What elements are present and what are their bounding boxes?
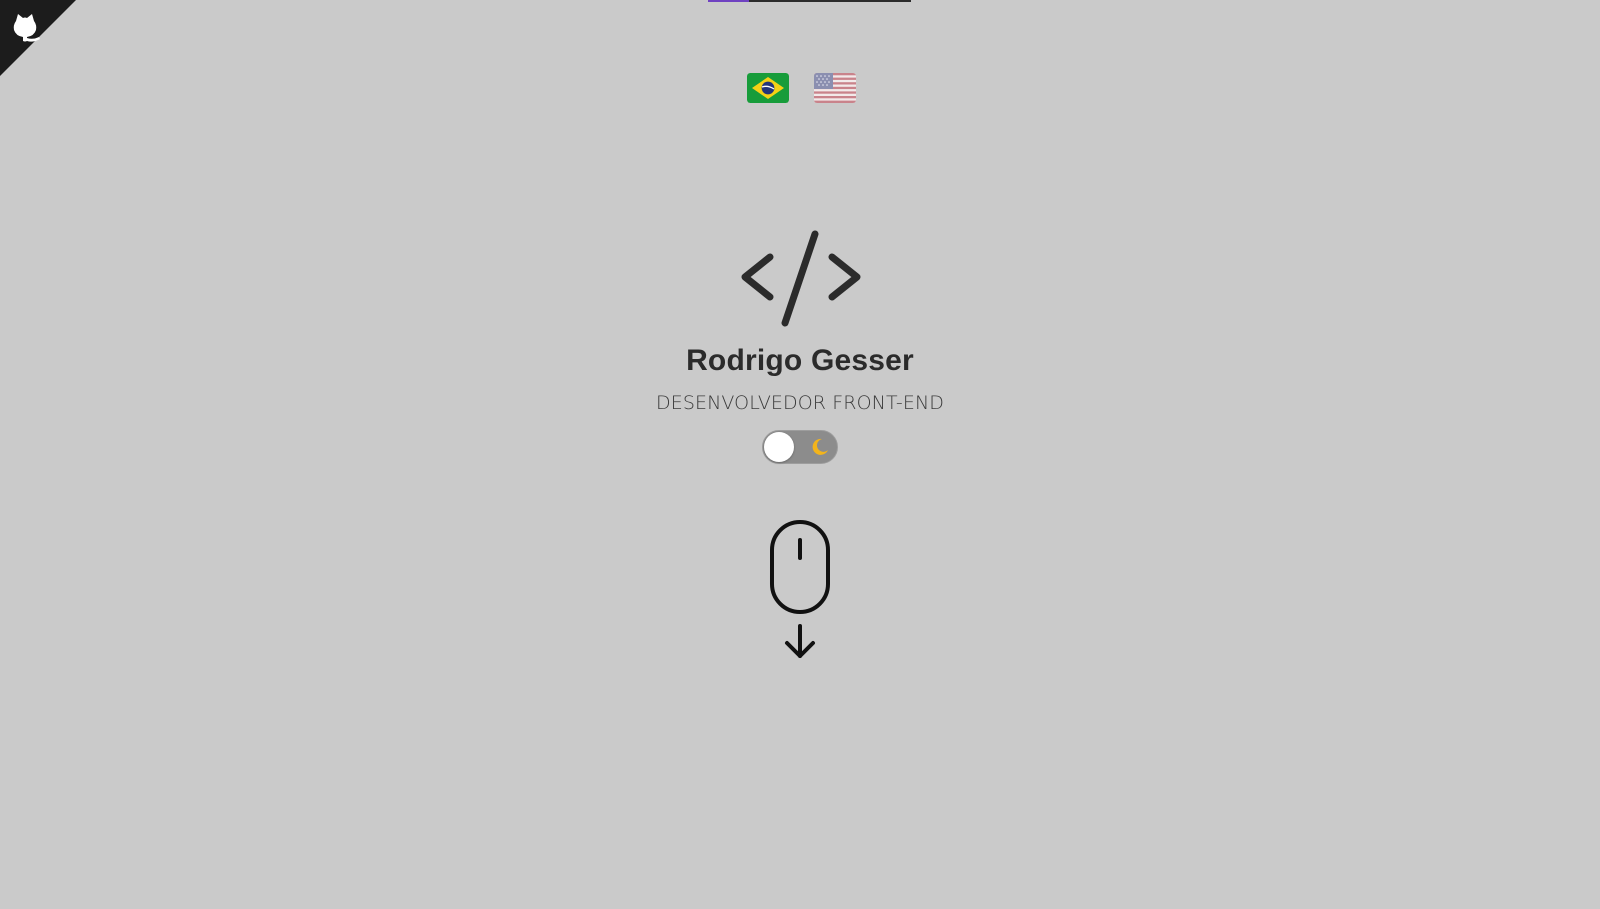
page: Rodrigo Gesser DESENVOLVEDOR FRONT-END	[0, 0, 1600, 909]
github-octocat-icon	[0, 0, 76, 76]
code-brackets-icon	[741, 230, 861, 327]
toggle-knob	[764, 432, 794, 462]
usa-flag-icon	[814, 73, 856, 103]
moon-icon	[812, 438, 828, 455]
hero-section: Rodrigo Gesser DESENVOLVEDOR FRONT-END	[0, 230, 1600, 664]
scroll-progress-bar	[708, 0, 911, 2]
scroll-progress-fill	[708, 0, 749, 2]
job-title: DESENVOLVEDOR FRONT-END	[655, 392, 945, 414]
language-switcher	[747, 73, 856, 103]
language-option-en-us[interactable]	[814, 73, 856, 103]
github-corner-link[interactable]	[0, 0, 76, 76]
brazil-flag-icon	[747, 73, 789, 103]
language-option-pt-br[interactable]	[747, 73, 789, 103]
theme-toggle-switch[interactable]	[762, 430, 838, 464]
page-title: Rodrigo Gesser	[686, 344, 914, 377]
mouse-scroll-down-icon[interactable]	[768, 518, 832, 664]
